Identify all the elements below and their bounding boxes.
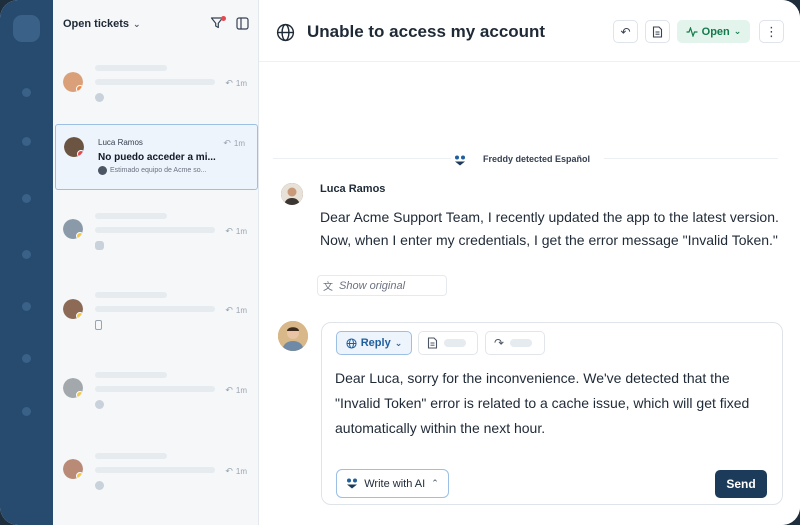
show-original-label: Show original (339, 279, 406, 292)
customer-name: Luca Ramos (320, 183, 386, 195)
send-button[interactable]: Send (715, 470, 767, 498)
divider (604, 158, 778, 159)
chevron-down-icon: ⌄ (133, 18, 141, 29)
avatar (63, 72, 83, 92)
ticket-list: Open tickets ⌄ ↶ 1m Luca Ramos ↶ 1m No p… (53, 0, 259, 525)
add-note-button[interactable] (418, 331, 478, 355)
nav-dot-icon[interactable] (22, 354, 31, 363)
language-detected-note: Freddy detected Español (483, 154, 591, 164)
reply-composer: Reply ⌄ ↷ Dear Luca, sorry for the incon… (321, 322, 783, 505)
ticket-preview: Estimado equipo de Acme so... (110, 167, 207, 174)
chevron-up-icon: ⌃ (431, 478, 439, 488)
chat-icon (95, 241, 104, 250)
nav-dot-icon[interactable] (22, 302, 31, 311)
ticket-subject: No puedo acceder a mi... (98, 152, 216, 163)
avatar (63, 299, 83, 319)
freddy-ai-icon (454, 153, 466, 166)
nav-dot-icon[interactable] (22, 250, 31, 259)
ticket-view-dropdown[interactable]: Open tickets ⌄ (63, 18, 141, 30)
ticket-item[interactable]: ↶ 1m (53, 443, 259, 509)
reply-mode-dropdown[interactable]: Reply ⌄ (336, 331, 412, 355)
conversation-header: Unable to access my account ↶ Open ⌄ ⋮ (259, 0, 800, 62)
write-with-ai-button[interactable]: Write with AI ⌃ (336, 469, 449, 498)
facebook-icon (95, 93, 104, 102)
reply-arrow-icon: ↶ (620, 24, 631, 39)
avatar (63, 378, 83, 398)
activity-icon (686, 26, 698, 37)
translate-icon: 文 (323, 282, 333, 293)
avatar (63, 459, 83, 479)
show-original-button[interactable]: 文 Show original (317, 275, 447, 296)
freddy-ai-icon (347, 478, 358, 489)
ticket-list-header: Open tickets ⌄ (53, 0, 259, 50)
chevron-down-icon: ⌄ (733, 26, 742, 36)
avatar (63, 219, 83, 239)
forward-arrow-icon: ↷ (494, 336, 505, 350)
nav-rail (0, 0, 53, 525)
nav-dot-icon[interactable] (22, 407, 31, 416)
avatar (64, 137, 84, 157)
forward-button[interactable]: ↷ (485, 331, 545, 355)
facebook-icon (95, 481, 104, 490)
page-title: Unable to access my account (307, 22, 546, 41)
reply-mode-label: Reply (360, 337, 391, 349)
customer-message: Dear Acme Support Team, I recently updat… (320, 209, 779, 248)
app-window: Open tickets ⌄ ↶ 1m Luca Ramos ↶ 1m No p… (0, 0, 800, 525)
facebook-icon (98, 166, 107, 175)
document-icon (652, 25, 663, 38)
more-options-icon[interactable]: ⋮ (759, 20, 784, 43)
divider (273, 158, 451, 159)
filter-icon[interactable] (210, 16, 226, 32)
write-with-ai-label: Write with AI (364, 477, 426, 490)
document-icon (427, 337, 438, 349)
reply-back-button[interactable]: ↶ (613, 20, 638, 43)
ticket-item-active[interactable]: Luca Ramos ↶ 1m No puedo acceder a mi... … (55, 124, 258, 190)
panel-layout-icon[interactable] (236, 17, 249, 30)
notes-button[interactable] (645, 20, 670, 43)
nav-dot-icon[interactable] (22, 194, 31, 203)
ticket-item[interactable]: ↶ 1m (53, 282, 259, 348)
ticket-item[interactable]: ↶ 1m (53, 59, 259, 125)
reply-editor[interactable]: Dear Luca, sorry for the inconvenience. … (335, 366, 775, 441)
ticket-view-label: Open tickets (63, 18, 130, 30)
globe-icon (346, 337, 357, 349)
status-label: Open (701, 25, 730, 38)
globe-icon (276, 23, 295, 42)
globe-icon (95, 400, 104, 409)
chevron-down-icon: ⌄ (394, 337, 403, 348)
avatar (278, 321, 308, 351)
ticket-item[interactable]: ↶ 1m (53, 203, 259, 269)
avatar (281, 183, 303, 205)
ticket-time: ↶ 1m (225, 466, 247, 476)
ticket-item[interactable]: ↶ 1m (53, 362, 259, 428)
nav-dot-icon[interactable] (22, 137, 31, 146)
ticket-time: ↶ 1m (225, 226, 247, 236)
mobile-icon (95, 320, 102, 330)
logo-icon[interactable] (13, 15, 40, 42)
filter-active-dot (221, 16, 226, 21)
ticket-time: ↶ 1m (225, 78, 247, 88)
ticket-time: ↶ 1m (223, 138, 245, 148)
conversation-panel: Unable to access my account ↶ Open ⌄ ⋮ F… (259, 0, 800, 525)
status-dropdown[interactable]: Open ⌄ (677, 20, 750, 43)
ticket-requester: Luca Ramos (98, 138, 143, 147)
nav-dot-icon[interactable] (22, 88, 31, 97)
ticket-time: ↶ 1m (225, 385, 247, 395)
ticket-time: ↶ 1m (225, 305, 247, 315)
